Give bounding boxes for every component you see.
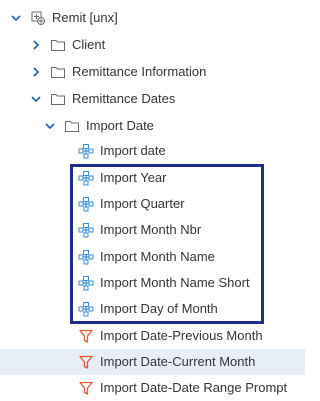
tree-dimension-import-year[interactable]: Import Year xyxy=(0,165,305,191)
tree-folder-label: Remittance Dates xyxy=(72,91,176,106)
tree-dimension-label: Import Year xyxy=(100,170,167,185)
tree-filter-label: Import Date-Previous Month xyxy=(100,328,263,343)
tree-dimension-label: Import date xyxy=(100,143,166,158)
folder-icon xyxy=(50,37,66,53)
tree-dimension-label: Import Month Name Short xyxy=(100,275,250,290)
tree-folder-label: Remittance Information xyxy=(72,64,207,79)
universe-icon xyxy=(30,10,46,26)
tree-filter-label: Import Date-Date Range Prompt xyxy=(100,380,288,395)
tree-folder-remittance-dates[interactable]: Remittance Dates xyxy=(0,86,305,112)
filter-icon xyxy=(78,354,94,370)
tree-root-label: Remit [unx] xyxy=(52,10,118,25)
universe-tree: Remit [unx] Client Remittance Informatio… xyxy=(0,0,305,398)
tree-dimension-import-month-name[interactable]: Import Month Name xyxy=(0,244,305,270)
tree-filter-label: Import Date-Current Month xyxy=(100,354,256,369)
tree-dimension-label: Import Month Nbr xyxy=(100,222,202,237)
tree-filter-import-date-current-month[interactable]: Import Date-Current Month xyxy=(0,349,305,375)
dimension-icon xyxy=(78,143,94,159)
folder-icon xyxy=(50,64,66,80)
tree-filter-import-date-previous-month[interactable]: Import Date-Previous Month xyxy=(0,323,305,349)
tree-folder-import-date[interactable]: Import Date xyxy=(0,113,305,139)
tree-dimension-import-day-of-month[interactable]: Import Day of Month xyxy=(0,296,305,322)
tree-dimension-label: Import Month Name xyxy=(100,249,215,264)
chevron-down-icon[interactable] xyxy=(30,93,42,105)
chevron-down-icon[interactable] xyxy=(44,120,56,132)
tree-dimension-import-date[interactable]: Import date xyxy=(0,138,305,164)
dimension-icon xyxy=(78,170,94,186)
tree-folder-label: Client xyxy=(72,37,106,52)
chevron-right-icon[interactable] xyxy=(30,66,42,78)
dimension-icon xyxy=(78,249,94,265)
filter-icon xyxy=(78,328,94,344)
chevron-right-icon[interactable] xyxy=(30,39,42,51)
tree-dimension-import-month-nbr[interactable]: Import Month Nbr xyxy=(0,217,305,243)
dimension-icon xyxy=(78,222,94,238)
dimension-icon xyxy=(78,196,94,212)
dimension-icon xyxy=(78,301,94,317)
tree-filter-import-date-date-range-prompt[interactable]: Import Date-Date Range Prompt xyxy=(0,375,305,401)
tree-dimension-label: Import Quarter xyxy=(100,196,185,211)
chevron-down-icon[interactable] xyxy=(10,12,22,24)
folder-icon xyxy=(50,91,66,107)
tree-dimension-import-quarter[interactable]: Import Quarter xyxy=(0,191,305,217)
folder-icon xyxy=(64,118,80,134)
filter-icon xyxy=(78,380,94,396)
tree-folder-label: Import Date xyxy=(86,118,154,133)
tree-folder-remittance-information[interactable]: Remittance Information xyxy=(0,59,305,85)
tree-dimension-import-month-name-short[interactable]: Import Month Name Short xyxy=(0,270,305,296)
tree-root-remit[interactable]: Remit [unx] xyxy=(0,5,305,31)
tree-dimension-label: Import Day of Month xyxy=(100,301,218,316)
tree-folder-client[interactable]: Client xyxy=(0,32,305,58)
dimension-icon xyxy=(78,275,94,291)
